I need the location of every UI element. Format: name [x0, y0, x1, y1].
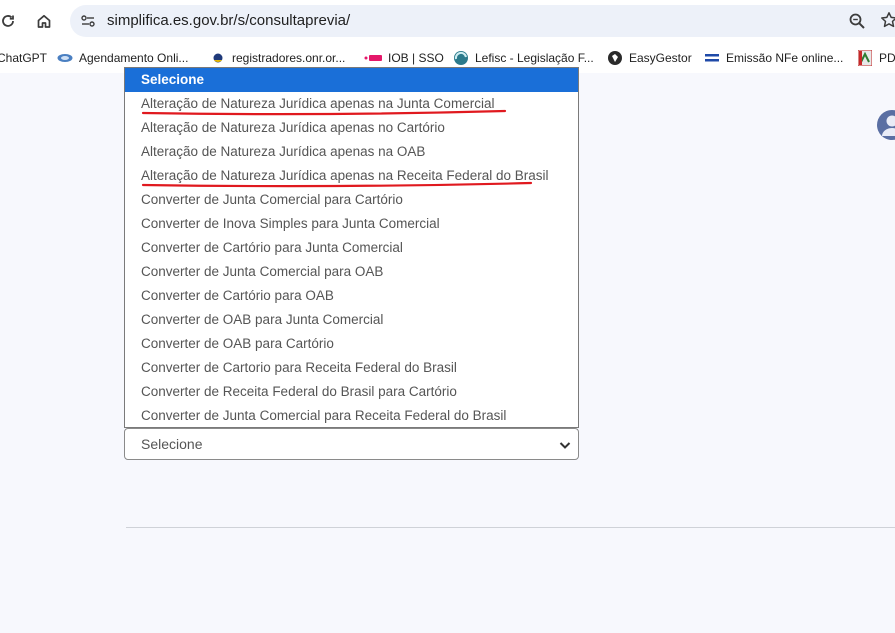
bookmark-label: IOB | SSO [388, 51, 444, 65]
bookmark-agendamento[interactable]: Agendamento Onli... [57, 49, 188, 67]
chevron-down-icon [559, 442, 571, 449]
home-icon [37, 14, 51, 28]
dropdown-option[interactable]: Converter de Junta Comercial para Cartór… [125, 188, 578, 212]
dropdown-option[interactable]: Alteração de Natureza Jurídica apenas na… [125, 92, 578, 116]
bookmark-label: Lefisc - Legislação F... [475, 51, 594, 65]
agendamento-icon [57, 50, 73, 66]
lefisc-icon [453, 50, 469, 66]
registradores-icon [210, 50, 226, 66]
bookmark-label: registradores.onr.or... [232, 51, 346, 65]
easygestor-icon [607, 50, 623, 66]
home-button[interactable] [34, 11, 54, 31]
bookmark-registradores[interactable]: registradores.onr.or... [210, 49, 345, 67]
site-info-icon[interactable] [80, 13, 96, 29]
dropdown-option[interactable]: Converter de Cartório para Junta Comerci… [125, 236, 578, 260]
dropdown-option[interactable]: Converter de Cartório para OAB [125, 284, 578, 308]
dropdown-option[interactable]: Converter de Inova Simples para Junta Co… [125, 212, 578, 236]
bookmark-star-icon[interactable] [880, 11, 895, 29]
natureza-dropdown-list[interactable]: Selecione Alteração de Natureza Jurídica … [124, 67, 579, 428]
dropdown-option[interactable]: Converter de Cartorio para Receita Feder… [125, 356, 578, 380]
dropdown-option[interactable]: Converter de OAB para Junta Comercial [125, 308, 578, 332]
bookmark-iob[interactable]: IOB | SSO [364, 49, 444, 67]
bookmark-chatgpt[interactable]: ChatGPT [0, 49, 47, 67]
nfe-icon [704, 50, 720, 66]
dropdown-option[interactable]: Alteração de Natureza Jurídica apenas na… [125, 140, 578, 164]
natureza-select[interactable]: Selecione [124, 428, 579, 460]
bookmark-label: PDF [879, 51, 895, 65]
bookmark-easygestor[interactable]: EasyGestor [607, 49, 692, 67]
reload-icon [2, 15, 14, 27]
bookmark-label: EasyGestor [629, 51, 692, 65]
iob-icon [364, 50, 382, 66]
dropdown-option[interactable]: Alteração de Natureza Jurídica apenas no… [125, 116, 578, 140]
browser-toolbar: simplifica.es.gov.br/s/consultaprevia/ [0, 0, 895, 43]
bookmark-label: ChatGPT [0, 51, 48, 65]
bookmark-pdf[interactable]: PDF [857, 49, 895, 67]
dropdown-option[interactable]: Converter de OAB para Cartório [125, 332, 578, 356]
dropdown-option[interactable]: Alteração de Natureza Jurídica apenas na… [125, 164, 578, 188]
dropdown-option[interactable]: Converter de Receita Federal do Brasil p… [125, 380, 578, 404]
reload-button[interactable] [0, 11, 18, 31]
section-divider [126, 527, 895, 528]
dropdown-option[interactable]: Converter de Junta Comercial para Receit… [125, 404, 578, 427]
bookmark-lefisc[interactable]: Lefisc - Legislação F... [453, 49, 594, 67]
bookmark-label: Emissão NFe online... [726, 51, 844, 65]
zoom-icon[interactable] [848, 12, 866, 30]
dropdown-option-selecione[interactable]: Selecione [125, 68, 578, 92]
select-value: Selecione [141, 436, 203, 452]
bookmark-label: Agendamento Onli... [79, 51, 189, 65]
url-text[interactable]: simplifica.es.gov.br/s/consultaprevia/ [107, 12, 350, 29]
dropdown-option[interactable]: Converter de Junta Comercial para OAB [125, 260, 578, 284]
address-bar[interactable]: simplifica.es.gov.br/s/consultaprevia/ [70, 5, 895, 37]
user-avatar-icon[interactable] [877, 110, 895, 140]
pdf-icon [857, 50, 873, 66]
bookmark-nfe[interactable]: Emissão NFe online... [704, 49, 843, 67]
